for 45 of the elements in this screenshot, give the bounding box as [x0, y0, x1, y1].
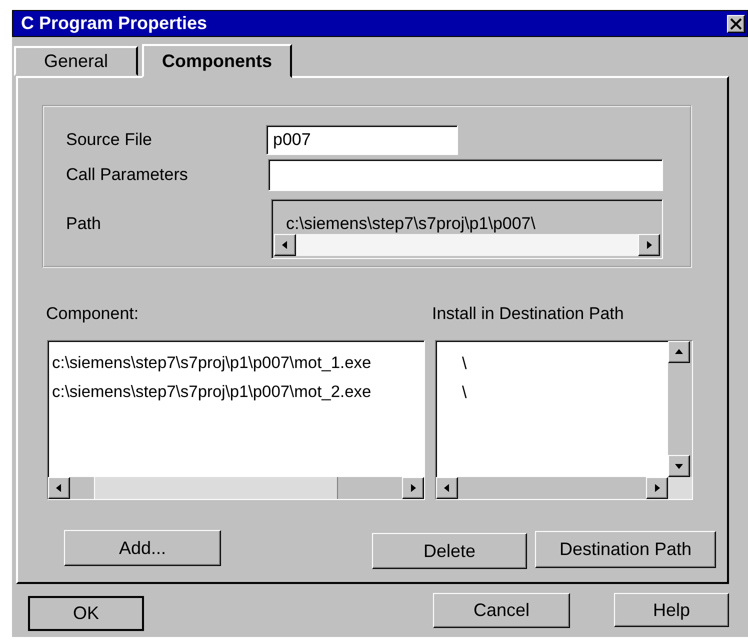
button[interactable]: OK: [28, 596, 144, 631]
path-text: c:\siemens\step7\s7proj\p1\p007\: [285, 213, 536, 234]
close-icon: [730, 18, 742, 30]
horizontal-scrollbar[interactable]: [274, 234, 660, 256]
column-header: Component:: [46, 303, 140, 321]
window-title: C Program Properties: [21, 12, 208, 35]
vertical-scrollbar[interactable]: [668, 341, 692, 477]
right-arrow-icon: [653, 484, 661, 492]
down-arrow-icon: [675, 462, 683, 470]
left-arrow-icon: [281, 241, 289, 249]
tab[interactable]: Components: [142, 44, 292, 78]
button[interactable]: Help: [614, 593, 729, 627]
scroll-left-button[interactable]: [48, 477, 70, 499]
field-label: Source File: [66, 129, 153, 152]
up-arrow-icon: [675, 348, 683, 356]
input-field[interactable]: [268, 159, 663, 191]
scroll-left-button[interactable]: [274, 234, 296, 256]
scroll-left-button[interactable]: [436, 477, 458, 499]
field-label: Call Parameters: [66, 164, 189, 186]
right-arrow-icon: [645, 241, 653, 249]
scroll-right-button[interactable]: [638, 234, 660, 256]
tab[interactable]: General: [14, 46, 138, 76]
button[interactable]: Delete: [372, 533, 527, 569]
column-header: Install in Destination Path: [432, 303, 625, 321]
right-arrow-icon: [409, 484, 417, 492]
horizontal-scrollbar[interactable]: [48, 477, 424, 499]
scroll-up-button[interactable]: [668, 341, 690, 363]
scrollbar-thumb[interactable]: [94, 477, 338, 499]
left-arrow-icon: [443, 484, 451, 492]
close-button[interactable]: [727, 14, 745, 32]
scroll-right-button[interactable]: [402, 477, 424, 499]
list-item[interactable]: c:\siemens\step7\s7proj\p1\p007\mot_1.exe: [52, 351, 420, 380]
button[interactable]: Add...: [64, 530, 221, 566]
button[interactable]: Destination Path: [535, 531, 716, 568]
list-item[interactable]: \: [462, 380, 642, 409]
field-label: Path: [66, 213, 102, 235]
button[interactable]: Cancel: [433, 593, 570, 628]
scroll-right-button[interactable]: [646, 477, 668, 499]
horizontal-scrollbar[interactable]: [436, 477, 668, 499]
scroll-down-button[interactable]: [668, 455, 690, 477]
list-item[interactable]: c:\siemens\step7\s7proj\p1\p007\mot_2.exe: [52, 380, 420, 409]
left-arrow-icon: [55, 484, 63, 492]
input-field[interactable]: p007: [266, 125, 458, 155]
scrollbar-corner: [668, 477, 692, 499]
list-item[interactable]: \: [462, 351, 642, 380]
